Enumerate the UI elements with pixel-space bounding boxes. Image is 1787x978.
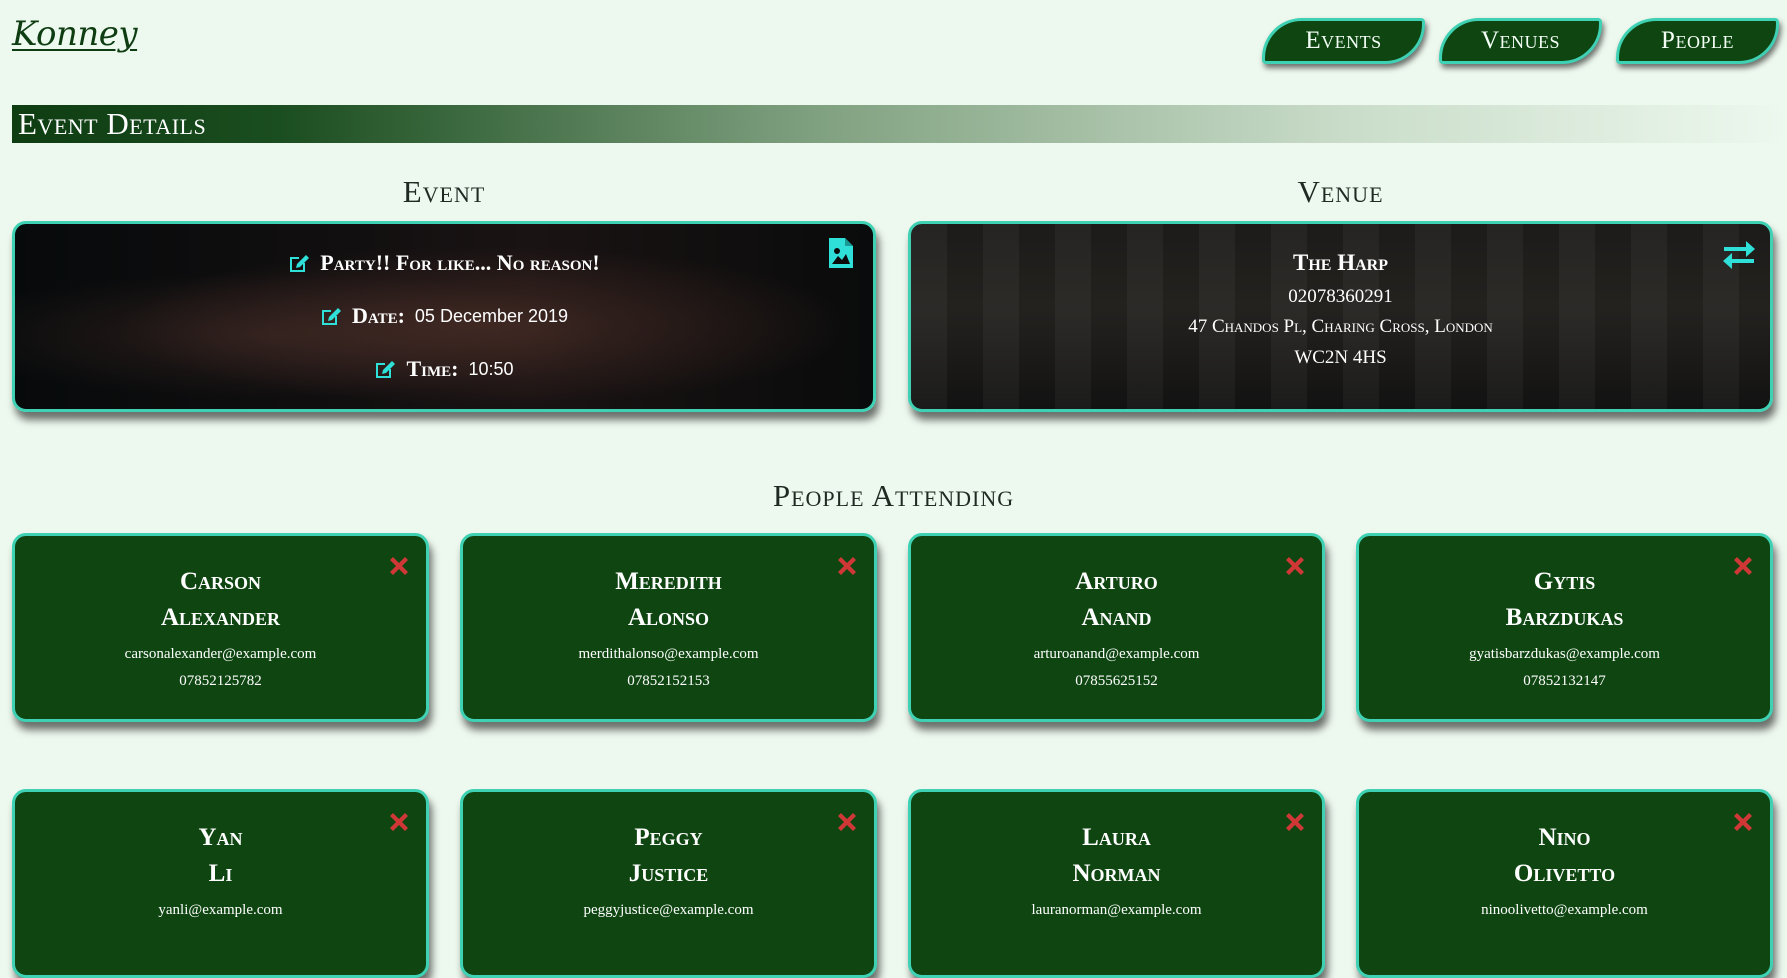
person-last-name: Anand bbox=[1081, 604, 1152, 631]
person-email: carsonalexander@example.com bbox=[124, 646, 317, 662]
venue-postcode: WC2N 4HS bbox=[1294, 347, 1387, 368]
event-time-row: Time: 10:50 bbox=[15, 356, 873, 382]
person-email: peggyjustice@example.com bbox=[583, 902, 754, 918]
edit-icon[interactable] bbox=[320, 305, 342, 327]
person-first-name: Peggy bbox=[634, 824, 703, 851]
venue-address: 47 Chandos Pl, Charing Cross, London bbox=[1188, 316, 1493, 337]
person-card: Carson Alexander carsonalexander@example.c… bbox=[12, 533, 429, 722]
person-email: lauranorman@example.com bbox=[1031, 902, 1202, 918]
venue-heading: Venue bbox=[1297, 174, 1384, 209]
person-card: Gytis Barzdukas gyatisbarzdukas@example.co… bbox=[1356, 533, 1773, 722]
person-first-name: Carson bbox=[179, 568, 262, 595]
edit-icon[interactable] bbox=[374, 358, 396, 380]
event-title-row: Party!! For like... No reason! bbox=[15, 250, 873, 276]
person-phone: 07852132147 bbox=[1523, 673, 1606, 689]
event-date-label: Date: bbox=[351, 303, 405, 328]
event-time-value: 10:50 bbox=[468, 358, 514, 379]
person-phone: 07855625152 bbox=[1075, 673, 1158, 689]
person-first-name: Meredith bbox=[615, 568, 722, 595]
person-last-name: Justice bbox=[628, 860, 709, 887]
event-title: Party!! For like... No reason! bbox=[320, 250, 600, 275]
person-first-name: Laura bbox=[1082, 824, 1151, 851]
person-card: Meredith Alonso merdithalonso@example.com 0… bbox=[460, 533, 877, 722]
app-logo[interactable]: Konney bbox=[12, 14, 138, 54]
person-email: arturoanand@example.com bbox=[1033, 646, 1200, 662]
person-card: Laura Norman lauranorman@example.com bbox=[908, 789, 1325, 978]
edit-icon[interactable] bbox=[288, 252, 310, 274]
person-first-name: Gytis bbox=[1533, 568, 1596, 595]
section-banner: Event Details bbox=[12, 105, 1787, 143]
person-last-name: Olivetto bbox=[1513, 860, 1616, 887]
person-card: Arturo Anand arturoanand@example.com 078556… bbox=[908, 533, 1325, 722]
people-heading: People Attending bbox=[772, 478, 1015, 513]
nav-events-button[interactable]: Events bbox=[1262, 18, 1425, 64]
nav-people-button[interactable]: People bbox=[1616, 18, 1779, 64]
person-phone: 07852152153 bbox=[627, 673, 710, 689]
person-first-name: Nino bbox=[1538, 824, 1591, 851]
person-first-name: Yan bbox=[198, 824, 243, 851]
person-card: Nino Olivetto ninoolivetto@example.com bbox=[1356, 789, 1773, 978]
person-email: yanli@example.com bbox=[158, 902, 283, 918]
event-card: Party!! For like... No reason! Date: 05 … bbox=[12, 221, 876, 412]
venue-name: The Harp bbox=[1293, 250, 1388, 275]
person-phone: 07852125782 bbox=[179, 673, 262, 689]
event-date-value: 05 December 2019 bbox=[414, 305, 569, 326]
person-first-name: Arturo bbox=[1075, 568, 1158, 595]
nav-venues-button[interactable]: Venues bbox=[1439, 18, 1602, 64]
page-title: Event Details bbox=[18, 106, 207, 141]
event-date-row: Date: 05 December 2019 bbox=[15, 303, 873, 329]
person-last-name: Li bbox=[208, 860, 233, 887]
venue-phone: 02078360291 bbox=[1288, 286, 1393, 307]
person-last-name: Norman bbox=[1072, 860, 1161, 887]
venue-card: The Harp 02078360291 47 Chandos Pl, Char… bbox=[908, 221, 1773, 412]
person-last-name: Barzdukas bbox=[1505, 604, 1624, 631]
person-email: gyatisbarzdukas@example.com bbox=[1469, 646, 1660, 662]
main-nav: Events Venues People bbox=[1262, 18, 1779, 64]
person-card: Peggy Justice peggyjustice@example.com bbox=[460, 789, 877, 978]
person-email: ninoolivetto@example.com bbox=[1481, 902, 1648, 918]
person-last-name: Alexander bbox=[160, 604, 281, 631]
person-email: merdithalonso@example.com bbox=[578, 646, 759, 662]
person-last-name: Alonso bbox=[627, 604, 710, 631]
person-card: Yan Li yanli@example.com bbox=[12, 789, 429, 978]
event-heading: Event bbox=[402, 174, 486, 209]
event-time-label: Time: bbox=[406, 356, 459, 381]
